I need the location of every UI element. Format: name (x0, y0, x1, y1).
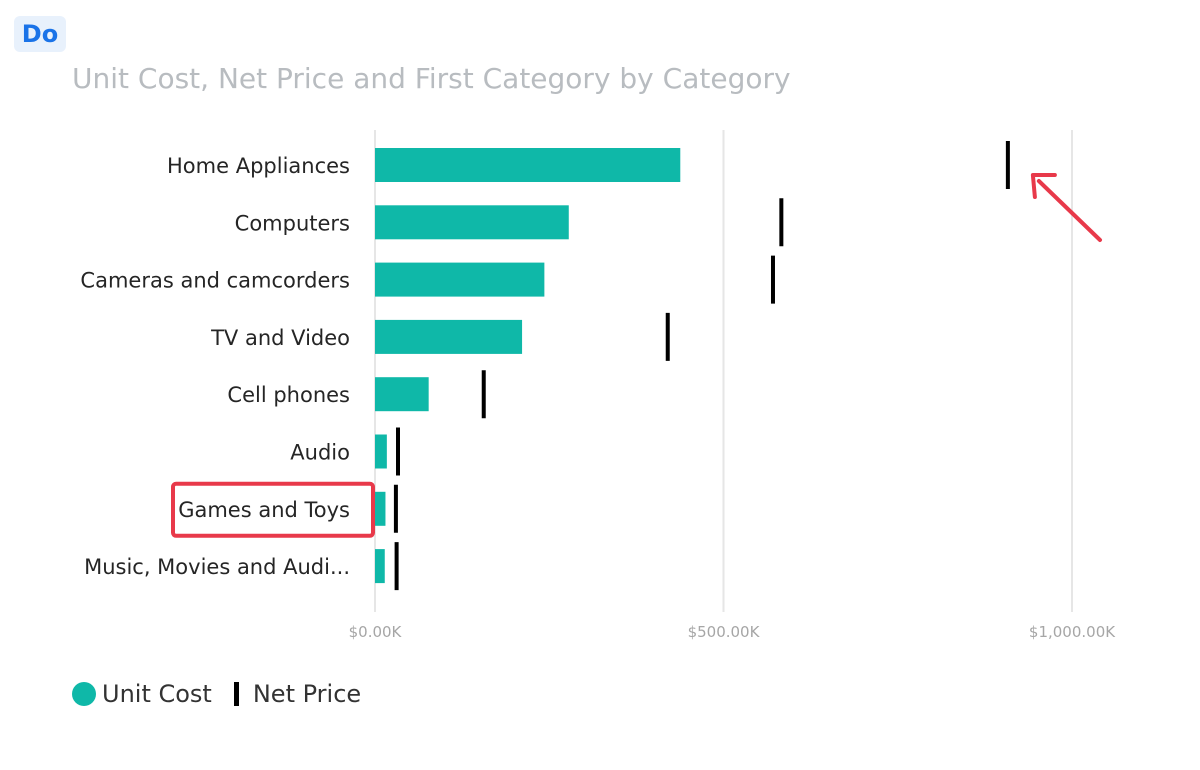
unit-cost-bar (375, 205, 569, 240)
x-tick-label: $1,000.00K (1029, 623, 1116, 641)
category-label: Music, Movies and Audi... (84, 555, 350, 579)
x-tick-label: $500.00K (688, 623, 761, 641)
category-label: Games and Toys (178, 498, 350, 522)
unit-cost-bar (375, 148, 681, 182)
category-label: Cell phones (227, 383, 350, 407)
unit-cost-bar (375, 377, 429, 412)
unit-cost-legend-swatch (72, 682, 96, 706)
category-label: TV and Video (210, 326, 350, 350)
category-label: Cameras and camcorders (80, 269, 350, 293)
unit-cost-bar (375, 434, 387, 469)
unit-cost-bar (375, 319, 523, 354)
unit-cost-bar (375, 549, 385, 584)
bar-chart: $0.00K $500.00K $1,000.00K Home Appliances C… (80, 130, 1116, 641)
net-price-legend-swatch (233, 682, 239, 706)
category-label: Computers (235, 211, 350, 235)
category-label: Home Appliances (167, 154, 350, 178)
net-price-legend-label: Net Price (252, 680, 362, 708)
category-label: Audio (290, 441, 350, 465)
unit-cost-legend-label: Unit Cost (102, 680, 212, 708)
annotation-arrow-shaft (1036, 179, 1102, 242)
chart-legend: Unit Cost Net Price (72, 680, 361, 708)
x-tick-label: $0.00K (349, 623, 403, 641)
unit-cost-bar (375, 491, 386, 526)
unit-cost-bar (375, 262, 545, 297)
